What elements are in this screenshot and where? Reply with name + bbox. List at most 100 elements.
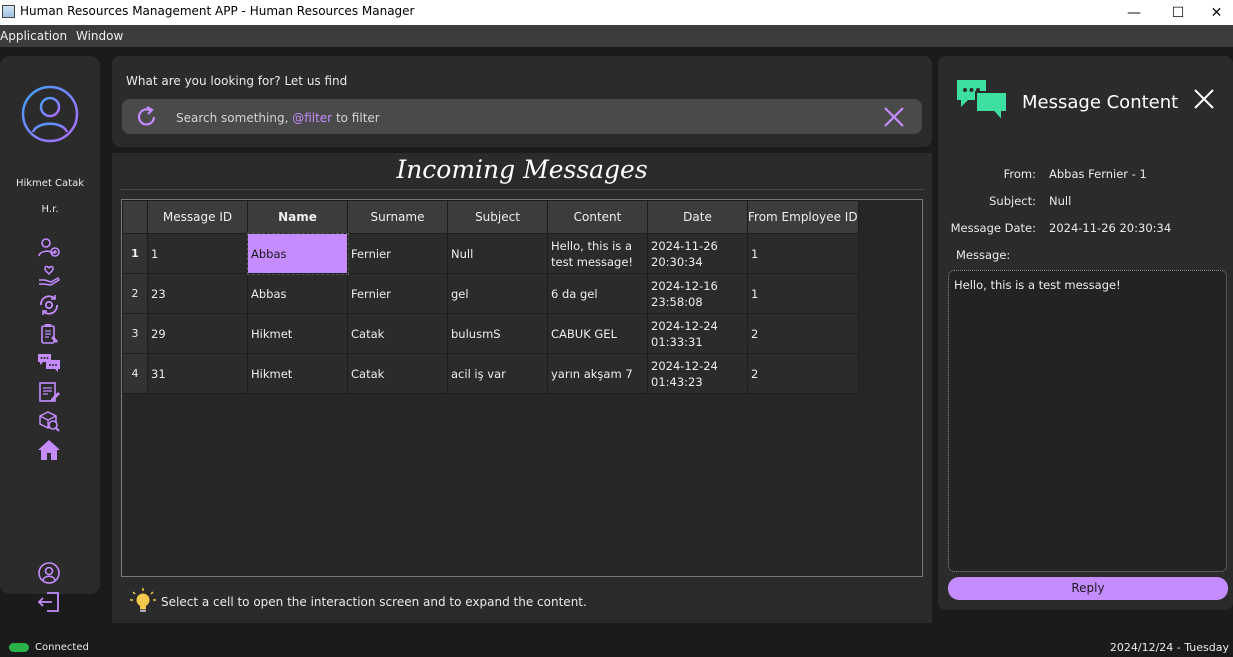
- detail-title: Message Content: [1022, 92, 1179, 113]
- search-placeholder[interactable]: Search something, @filter to filter: [176, 111, 380, 125]
- status-bar: Connected 2024/12/24 - Tuesday: [0, 638, 1233, 657]
- page-title: Incoming Messages: [396, 155, 648, 184]
- search-placeholder-text: Search something,: [176, 111, 293, 125]
- message-date-label: Message Date:: [950, 221, 1036, 235]
- row-number[interactable]: 3: [122, 313, 148, 354]
- cell-date[interactable]: 2024-11-26 20:30:34: [647, 233, 748, 274]
- cell-subject[interactable]: gel: [447, 273, 548, 314]
- minimize-button[interactable]: —: [1112, 0, 1156, 25]
- messages-table-frame: Message ID Name Surname Subject Content …: [121, 199, 923, 577]
- clear-search-icon[interactable]: [882, 105, 906, 129]
- close-icon[interactable]: [1192, 87, 1216, 111]
- from-label: From:: [1003, 167, 1036, 181]
- cell-name[interactable]: Abbas: [247, 273, 348, 314]
- cell-surname[interactable]: Fernier: [347, 233, 448, 274]
- message-label: Message:: [956, 248, 1011, 262]
- cell-surname[interactable]: Catak: [347, 353, 448, 394]
- cell-content[interactable]: yarın akşam 7: [547, 353, 648, 394]
- cell-name[interactable]: Abbas: [246, 232, 349, 275]
- message-text-area[interactable]: Hello, this is a test message!: [948, 270, 1227, 572]
- lightbulb-icon: [130, 588, 156, 612]
- home-icon[interactable]: [37, 438, 61, 462]
- subject-value: Null: [1049, 194, 1072, 208]
- search-placeholder-suffix: to filter: [332, 111, 380, 125]
- edit-document-icon[interactable]: [37, 380, 61, 404]
- search-input[interactable]: Search something, @filter to filter: [122, 99, 922, 134]
- cell-surname[interactable]: Fernier: [347, 273, 448, 314]
- table-row[interactable]: 3 29 Hikmet Catak bulusmS CABUK GEL 2024…: [122, 313, 859, 354]
- column-header-date[interactable]: Date: [647, 200, 748, 234]
- maximize-button[interactable]: ☐: [1156, 0, 1200, 25]
- table-row[interactable]: 1 1 Abbas Fernier Null Hello, this is a …: [122, 232, 859, 275]
- cell-subject[interactable]: bulusmS: [447, 313, 548, 354]
- row-number[interactable]: 2: [122, 273, 148, 314]
- clipboard-icon[interactable]: [37, 322, 61, 346]
- cell-message-id[interactable]: 31: [147, 353, 248, 394]
- user-avatar-icon[interactable]: [21, 85, 79, 143]
- table-row[interactable]: 4 31 Hikmet Catak acil iş var yarın akşa…: [122, 353, 859, 394]
- package-search-icon[interactable]: [37, 409, 61, 433]
- cell-message-id[interactable]: 29: [147, 313, 248, 354]
- messages-table: Message ID Name Surname Subject Content …: [122, 200, 859, 394]
- refresh-icon[interactable]: [134, 105, 160, 129]
- cell-from-employee-id[interactable]: 2: [747, 313, 859, 354]
- message-date-value: 2024-11-26 20:30:34: [1049, 221, 1172, 235]
- cell-date[interactable]: 2024-12-24 01:33:31: [647, 313, 748, 354]
- messages-icon[interactable]: [37, 351, 61, 375]
- hint-text: Select a cell to open the interaction sc…: [161, 595, 587, 609]
- add-employee-icon[interactable]: [37, 235, 61, 259]
- subject-label: Subject:: [989, 194, 1036, 208]
- cell-from-employee-id[interactable]: 1: [747, 273, 859, 314]
- messages-panel: Incoming Messages Message ID Name Surnam…: [112, 153, 932, 623]
- column-header-from-employee-id[interactable]: From Employee ID: [747, 200, 859, 234]
- cell-name[interactable]: Hikmet: [247, 313, 348, 354]
- menu-bar: Application Window: [0, 25, 1233, 47]
- cell-date[interactable]: 2024-12-16 23:58:08: [647, 273, 748, 314]
- cell-message-id[interactable]: 1: [147, 233, 248, 274]
- from-value: Abbas Fernier - 1: [1049, 167, 1147, 181]
- sync-settings-icon[interactable]: [37, 293, 61, 317]
- search-prompt: What are you looking for? Let us find: [126, 74, 348, 88]
- message-detail-panel: Message Content From: Abbas Fernier - 1 …: [938, 56, 1233, 610]
- search-filter-keyword: @filter: [292, 111, 333, 125]
- cell-from-employee-id[interactable]: 2: [747, 353, 859, 394]
- menu-window[interactable]: Window: [76, 29, 123, 43]
- column-header-subject[interactable]: Subject: [447, 200, 548, 234]
- menu-application[interactable]: Application: [0, 29, 67, 43]
- user-name: Hikmet Catak: [15, 178, 85, 189]
- column-header-surname[interactable]: Surname: [347, 200, 448, 234]
- column-header-name[interactable]: Name: [247, 200, 348, 234]
- title-divider: [120, 189, 924, 190]
- chat-bubbles-icon: [957, 80, 1008, 122]
- cell-subject[interactable]: Null: [447, 233, 548, 274]
- cell-message-id[interactable]: 23: [147, 273, 248, 314]
- column-header-content[interactable]: Content: [547, 200, 648, 234]
- cell-subject[interactable]: acil iş var: [447, 353, 548, 394]
- connection-status-text: Connected: [35, 642, 89, 653]
- reply-button[interactable]: Reply: [948, 577, 1228, 600]
- close-window-button[interactable]: ✕: [1200, 0, 1233, 25]
- status-date: 2024/12/24 - Tuesday: [1109, 641, 1229, 654]
- app-icon: [2, 5, 15, 18]
- user-role: H.r.: [41, 204, 59, 215]
- connection-status-indicator: [9, 643, 29, 652]
- corner-header[interactable]: [122, 200, 148, 234]
- cell-name[interactable]: Hikmet: [247, 353, 348, 394]
- column-header-message-id[interactable]: Message ID: [147, 200, 248, 234]
- row-number[interactable]: 4: [122, 353, 148, 394]
- window-title: Human Resources Management APP - Human R…: [20, 4, 415, 18]
- search-panel: What are you looking for? Let us find Se…: [112, 56, 932, 147]
- cell-content[interactable]: 6 da gel: [547, 273, 648, 314]
- row-number[interactable]: 1: [122, 233, 148, 274]
- cell-content[interactable]: Hello, this is a test message!: [547, 233, 648, 274]
- cell-content[interactable]: CABUK GEL: [547, 313, 648, 354]
- table-row[interactable]: 2 23 Abbas Fernier gel 6 da gel 2024-12-…: [122, 273, 859, 314]
- cell-from-employee-id[interactable]: 1: [747, 233, 859, 274]
- hand-heart-icon[interactable]: [37, 264, 61, 288]
- logout-icon[interactable]: [37, 590, 61, 614]
- cell-surname[interactable]: Catak: [347, 313, 448, 354]
- title-bar: Human Resources Management APP - Human R…: [0, 0, 1233, 25]
- sidebar: Hikmet Catak H.r.: [0, 56, 100, 612]
- cell-date[interactable]: 2024-12-24 01:43:23: [647, 353, 748, 394]
- profile-icon[interactable]: [37, 561, 61, 585]
